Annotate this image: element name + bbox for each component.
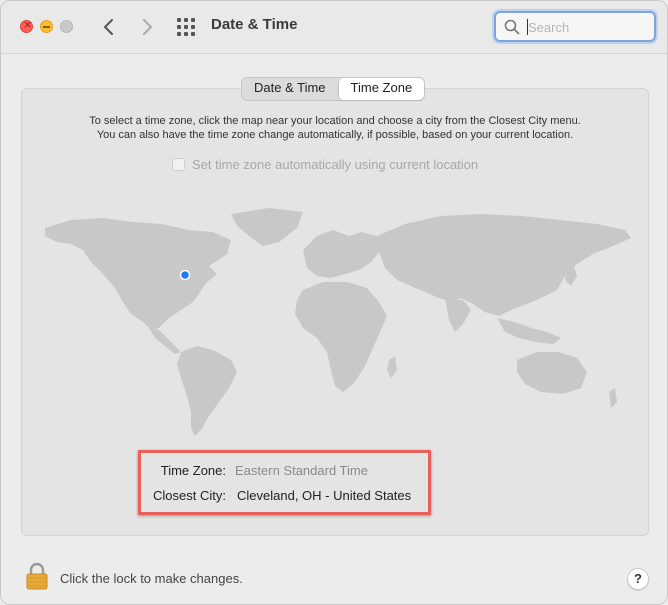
map-region-north-america	[45, 218, 231, 330]
instructions-line-1: To select a time zone, click the map nea…	[89, 115, 581, 127]
instructions-line-2: You can also have the time zone change a…	[96, 129, 574, 141]
time-zone-value: Eastern Standard Time	[235, 463, 368, 478]
map-region-southeast-asia	[497, 318, 561, 344]
instructions-text: To select a time zone, click the map nea…	[41, 114, 629, 142]
map-region-africa	[295, 282, 387, 392]
title-bar: Date & Time	[1, 1, 667, 54]
tab-bar: Date & Time Time Zone	[241, 77, 426, 101]
map-region-south-america	[177, 346, 237, 436]
closest-city-label: Closest City:	[153, 488, 226, 503]
time-zone-label: Time Zone:	[160, 463, 226, 478]
lock-hint-text: Click the lock to make changes.	[60, 571, 243, 586]
search-icon	[504, 19, 520, 35]
map-region-greenland	[231, 208, 303, 246]
map-region-australia	[517, 352, 587, 394]
help-button[interactable]: ?	[627, 568, 649, 590]
map-region-europe	[303, 230, 381, 278]
auto-time-zone-label: Set time zone automatically using curren…	[192, 157, 479, 172]
search-field[interactable]	[494, 11, 656, 42]
world-map[interactable]	[41, 206, 637, 441]
map-region-asia	[377, 214, 631, 316]
zoom-window-button[interactable]	[60, 20, 73, 33]
location-marker	[179, 269, 191, 281]
back-button[interactable]	[98, 15, 120, 39]
system-preferences-window: Date & Time Date & Time Time Zone To sel…	[0, 0, 668, 605]
close-window-button[interactable]	[20, 18, 33, 33]
time-zone-info-highlight	[138, 450, 431, 515]
tab-date-time[interactable]: Date & Time	[242, 78, 338, 100]
window-title: Date & Time	[211, 16, 298, 33]
show-all-grid-icon[interactable]	[176, 17, 196, 37]
map-region-madagascar	[387, 356, 397, 378]
auto-time-zone-row: Set time zone automatically using curren…	[172, 157, 478, 172]
tab-time-zone[interactable]: Time Zone	[337, 78, 425, 100]
map-region-central-america	[149, 328, 181, 354]
search-input[interactable]	[526, 15, 652, 40]
closest-city-menu[interactable]: Cleveland, OH - United States	[237, 488, 411, 503]
map-region-india	[445, 298, 471, 332]
forward-button[interactable]	[136, 15, 158, 39]
auto-time-zone-checkbox[interactable]	[172, 158, 185, 171]
map-region-new-zealand	[609, 388, 617, 408]
lock-icon[interactable]	[25, 562, 49, 590]
minimize-window-button[interactable]	[40, 20, 53, 33]
text-caret	[527, 19, 528, 35]
